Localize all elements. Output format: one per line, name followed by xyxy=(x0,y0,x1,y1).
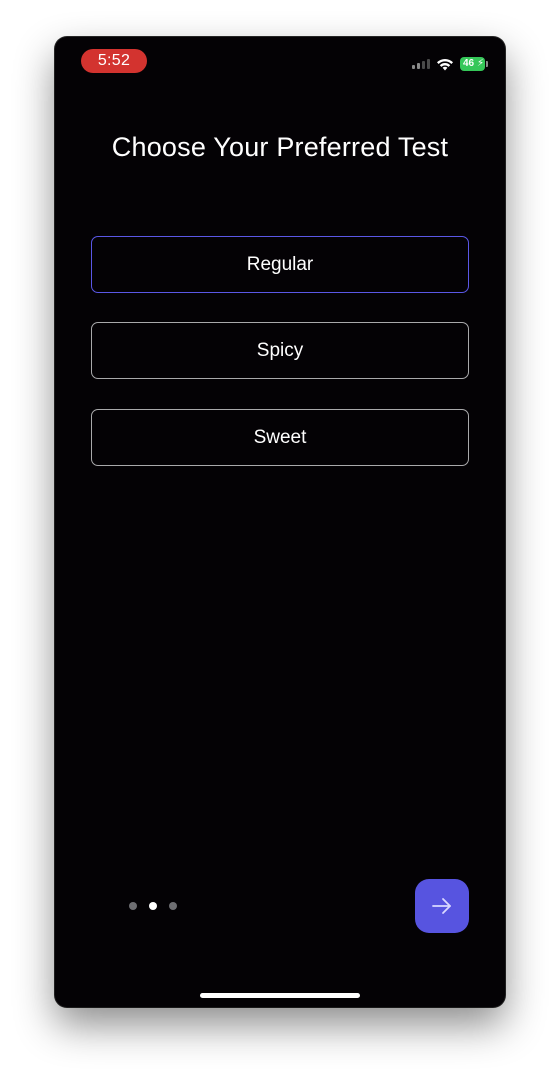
battery-tip xyxy=(486,61,488,67)
status-indicators: 46 ⚡ xyxy=(412,56,488,72)
charging-bolt-icon: ⚡ xyxy=(476,58,484,69)
option-sweet[interactable]: Sweet xyxy=(91,409,469,466)
option-spicy[interactable]: Spicy xyxy=(91,322,469,379)
home-indicator[interactable] xyxy=(200,993,360,998)
option-label: Regular xyxy=(246,253,314,275)
page-indicator xyxy=(129,902,177,910)
page-title: Choose Your Preferred Test xyxy=(111,132,449,162)
option-label: Sweet xyxy=(253,426,307,448)
status-time: 5:52 xyxy=(81,49,147,73)
arrow-right-icon xyxy=(432,898,451,914)
screenshot-stage: 5:52 46 ⚡ Choose Your Preferred Test Reg… xyxy=(0,0,560,1081)
battery-icon: 46 ⚡ xyxy=(460,57,488,71)
next-button[interactable] xyxy=(415,879,469,933)
wifi-icon xyxy=(436,58,454,71)
battery-level: 46 xyxy=(463,58,475,69)
option-label: Spicy xyxy=(256,339,304,361)
page-dot-2-active xyxy=(149,902,157,910)
phone-screen: 5:52 46 ⚡ Choose Your Preferred Test Reg… xyxy=(55,37,505,1007)
signal-icon xyxy=(412,59,430,69)
option-regular[interactable]: Regular xyxy=(91,236,469,293)
page-dot-1 xyxy=(129,902,137,910)
page-dot-3 xyxy=(169,902,177,910)
